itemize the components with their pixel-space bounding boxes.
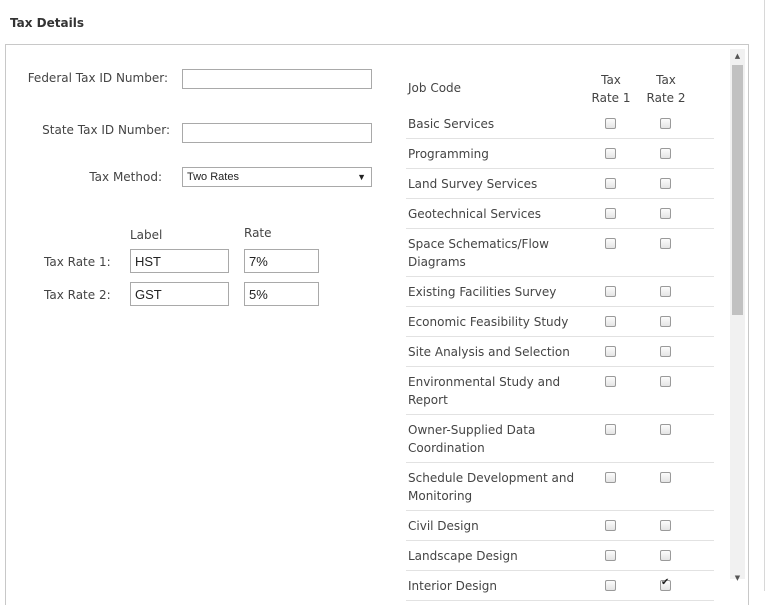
tax-rate-1-checkbox[interactable]: ✔ xyxy=(605,472,616,483)
label-column-header: Label xyxy=(130,228,163,242)
tax-rate-1-checkbox[interactable]: ✔ xyxy=(605,520,616,531)
tax-rate-1-header: Tax Rate 1 xyxy=(591,73,631,105)
table-row: Space Schematics/Flow Diagrams ✔ ✔ xyxy=(406,229,714,277)
vertical-scrollbar[interactable]: ▲ ▼ xyxy=(730,49,745,582)
tax-rate-2-label: Tax Rate 2: xyxy=(44,288,111,302)
table-row: Schedule Development and Monitoring ✔ ✔ xyxy=(406,463,714,511)
tax-rate-2-checkbox[interactable]: ✔ xyxy=(660,316,671,327)
table-row: Environmental Study and Report ✔ ✔ xyxy=(406,367,714,415)
tax-rate-2-value-field[interactable] xyxy=(244,282,319,306)
job-code-name: Economic Feasibility Study xyxy=(408,315,569,329)
job-code-header: Job Code xyxy=(408,81,462,95)
right-divider xyxy=(764,0,765,591)
job-code-name: Environmental Study and Report xyxy=(408,375,561,407)
job-code-name: Space Schematics/Flow Diagrams xyxy=(408,237,549,269)
tax-rate-1-name-field[interactable] xyxy=(130,249,229,273)
tax-rate-2-header: Tax Rate 2 xyxy=(646,73,686,105)
tax-rate-2-name-field[interactable] xyxy=(130,282,229,306)
job-code-name: Owner-Supplied Data Coordination xyxy=(408,423,536,455)
tax-rate-1-checkbox[interactable]: ✔ xyxy=(605,316,616,327)
job-code-name: Land Survey Services xyxy=(408,177,538,191)
tax-details-panel: Federal Tax ID Number: State Tax ID Numb… xyxy=(5,44,749,605)
scroll-thumb[interactable] xyxy=(732,65,743,315)
chevron-down-icon: ▼ xyxy=(357,172,366,182)
tax-rate-1-checkbox[interactable]: ✔ xyxy=(605,178,616,189)
tax-rate-1-value-field[interactable] xyxy=(244,249,319,273)
federal-tax-id-label: Federal Tax ID Number: xyxy=(27,71,168,85)
table-row: Economic Feasibility Study ✔ ✔ xyxy=(406,307,714,337)
tax-rate-2-checkbox[interactable]: ✔ xyxy=(660,376,671,387)
job-code-name: Schedule Development and Monitoring xyxy=(408,471,575,503)
rate-column-header: Rate xyxy=(244,226,272,240)
state-tax-id-field[interactable] xyxy=(182,123,372,143)
tax-rate-2-checkbox[interactable]: ✔ xyxy=(660,178,671,189)
job-code-name: Landscape Design xyxy=(408,549,518,563)
job-code-name: Basic Services xyxy=(408,117,495,131)
table-row: Site Analysis and Selection ✔ ✔ xyxy=(406,337,714,367)
job-code-name: Site Analysis and Selection xyxy=(408,345,570,359)
scroll-up-icon[interactable]: ▲ xyxy=(730,49,745,63)
tax-rate-1-checkbox[interactable]: ✔ xyxy=(605,208,616,219)
job-code-name: Existing Facilities Survey xyxy=(408,285,557,299)
job-code-name: Geotechnical Services xyxy=(408,207,541,221)
tax-rate-2-checkbox[interactable]: ✔ xyxy=(660,118,671,129)
tax-rate-2-checkbox[interactable]: ✔ xyxy=(660,346,671,357)
page-title: Tax Details xyxy=(10,16,84,30)
tax-rate-1-checkbox[interactable]: ✔ xyxy=(605,148,616,159)
tax-rate-1-checkbox[interactable]: ✔ xyxy=(605,118,616,129)
tax-method-label: Tax Method: xyxy=(89,170,162,184)
federal-tax-id-field[interactable] xyxy=(182,69,372,89)
tax-rate-1-checkbox[interactable]: ✔ xyxy=(605,286,616,297)
table-row: Basic Services ✔ ✔ xyxy=(406,109,714,139)
state-tax-id-label: State Tax ID Number: xyxy=(42,123,170,137)
job-code-name: Interior Design xyxy=(408,579,498,593)
job-code-name: Civil Design xyxy=(408,519,479,533)
tax-rate-2-checkbox[interactable]: ✔ xyxy=(660,520,671,531)
tax-rate-2-checkbox[interactable]: ✔ xyxy=(660,577,671,591)
tax-rate-1-checkbox[interactable]: ✔ xyxy=(605,346,616,357)
table-row: Civil Design ✔ ✔ xyxy=(406,511,714,541)
tax-rate-1-checkbox[interactable]: ✔ xyxy=(605,580,616,591)
tax-rate-2-checkbox[interactable]: ✔ xyxy=(660,148,671,159)
scroll-down-icon[interactable]: ▼ xyxy=(730,571,745,585)
tax-rate-2-checkbox[interactable]: ✔ xyxy=(660,424,671,435)
tax-method-select[interactable]: Two Rates ▼ xyxy=(182,167,372,187)
tax-rate-1-checkbox[interactable]: ✔ xyxy=(605,238,616,249)
table-row: Geotechnical Services ✔ ✔ xyxy=(406,199,714,229)
table-row: Landscape Design ✔ ✔ xyxy=(406,541,714,571)
tax-rate-2-checkbox[interactable]: ✔ xyxy=(660,286,671,297)
table-row: Programming ✔ ✔ xyxy=(406,139,714,169)
tax-rate-1-checkbox[interactable]: ✔ xyxy=(605,550,616,561)
tax-rate-2-checkbox[interactable]: ✔ xyxy=(660,550,671,561)
tax-method-value: Two Rates xyxy=(187,171,239,183)
job-code-name: Programming xyxy=(408,147,489,161)
tax-rate-2-checkbox[interactable]: ✔ xyxy=(660,208,671,219)
tax-rate-1-checkbox[interactable]: ✔ xyxy=(605,376,616,387)
table-row: Existing Facilities Survey ✔ ✔ xyxy=(406,277,714,307)
check-icon: ✔ xyxy=(661,577,670,588)
tax-rate-2-checkbox[interactable]: ✔ xyxy=(660,472,671,483)
tax-rate-1-checkbox[interactable]: ✔ xyxy=(605,424,616,435)
tax-rate-2-checkbox[interactable]: ✔ xyxy=(660,238,671,249)
tax-rate-1-label: Tax Rate 1: xyxy=(44,255,111,269)
table-row: Owner-Supplied Data Coordination ✔ ✔ xyxy=(406,415,714,463)
table-row: Interior Design ✔ ✔ xyxy=(406,571,714,601)
table-row: Land Survey Services ✔ ✔ xyxy=(406,169,714,199)
